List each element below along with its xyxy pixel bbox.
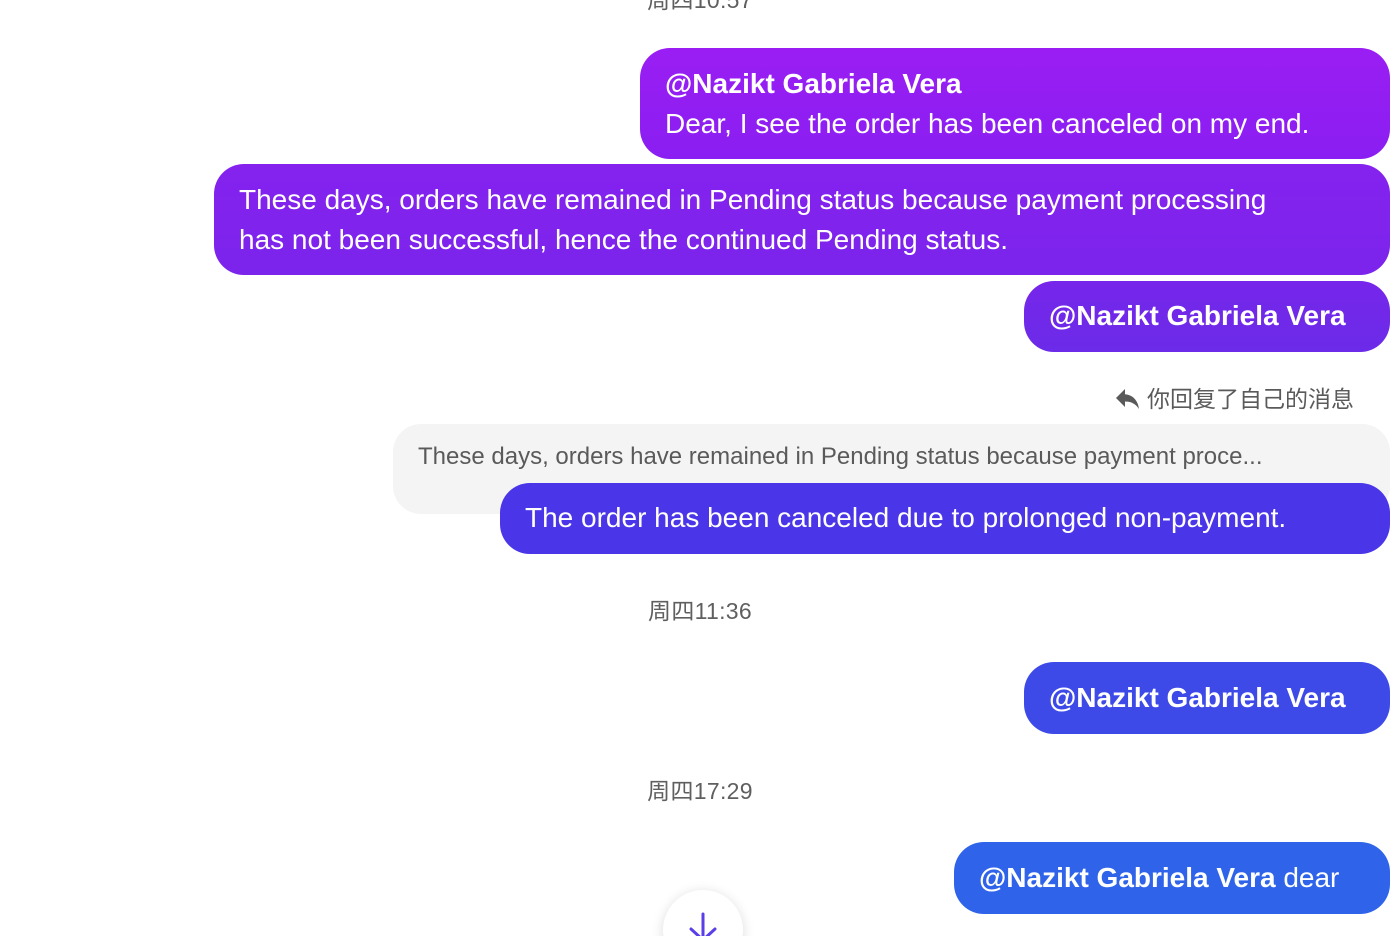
message-text: dear	[1283, 862, 1340, 893]
message-bubble[interactable]: @Nazikt Gabriela Vera	[1024, 662, 1390, 734]
message-bubble[interactable]: The order has been canceled due to prolo…	[500, 483, 1390, 554]
message-text: Dear, I see the order has been canceled …	[665, 108, 1310, 139]
reply-indicator-label: 你回复了自己的消息	[1147, 386, 1354, 412]
message-text: The order has been canceled due to prolo…	[525, 502, 1287, 533]
message-text-line: has not been successful, hence the conti…	[239, 224, 1008, 255]
reply-indicator: 你回复了自己的消息	[1115, 383, 1354, 415]
message-bubble[interactable]: These days, orders have remained in Pend…	[214, 164, 1390, 275]
mention-link[interactable]: @Nazikt Gabriela Vera	[665, 64, 1366, 104]
message-bubble[interactable]: @Nazikt Gabriela Vera dear	[954, 842, 1390, 914]
arrow-down-icon	[687, 890, 719, 936]
message-timestamp: 周四17:29	[647, 778, 753, 804]
mention-link[interactable]: @Nazikt Gabriela Vera	[979, 862, 1276, 893]
message-bubble[interactable]: @Nazikt Gabriela Vera Dear, I see the or…	[640, 48, 1390, 159]
message-timestamp: 周四11:36	[648, 598, 752, 624]
chat-thread: 周四10:57 @Nazikt Gabriela Vera Dear, I se…	[0, 0, 1400, 936]
reply-arrow-icon	[1115, 387, 1141, 411]
mention-link[interactable]: @Nazikt Gabriela Vera	[1049, 678, 1366, 718]
mention-link[interactable]: @Nazikt Gabriela Vera	[1049, 296, 1366, 336]
message-timestamp: 周四10:57	[647, 0, 753, 13]
message-bubble[interactable]: @Nazikt Gabriela Vera	[1024, 281, 1390, 352]
scroll-to-bottom-button[interactable]	[663, 890, 743, 936]
message-text-line: These days, orders have remained in Pend…	[239, 184, 1267, 215]
